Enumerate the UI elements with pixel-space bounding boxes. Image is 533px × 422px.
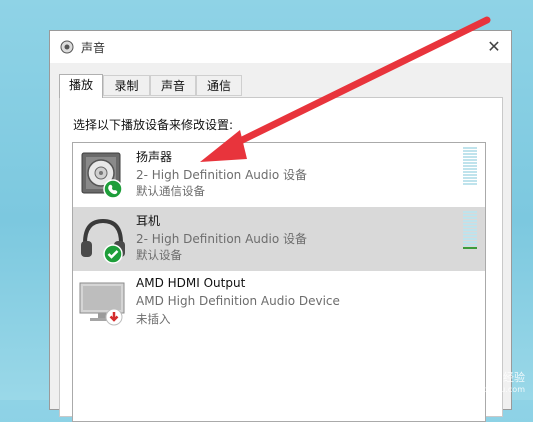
device-description: 2- High Definition Audio 设备 bbox=[136, 232, 308, 246]
tab-playback[interactable]: 播放 bbox=[59, 74, 103, 98]
tab-communications[interactable]: 通信 bbox=[196, 75, 242, 96]
baidu-watermark: Baidu 经验 jingyan.baidu.com bbox=[451, 369, 525, 394]
device-status: 默认通信设备 bbox=[136, 184, 205, 198]
headphones-icon bbox=[81, 218, 125, 264]
phone-badge-icon bbox=[103, 179, 123, 199]
speaker-app-icon bbox=[60, 40, 74, 54]
watermark-logo-text: Baidu 经验 bbox=[468, 371, 525, 384]
tab-recording[interactable]: 录制 bbox=[103, 75, 150, 96]
close-button[interactable]: ✕ bbox=[477, 31, 511, 63]
watermark-url: jingyan.baidu.com bbox=[451, 385, 525, 394]
unplugged-badge-icon bbox=[105, 308, 123, 326]
device-item-hdmi-output[interactable]: AMD HDMI Output AMD High Definition Audi… bbox=[73, 271, 485, 335]
device-status: 未插入 bbox=[136, 312, 171, 326]
device-name: AMD HDMI Output bbox=[136, 276, 246, 290]
volume-meter bbox=[463, 211, 477, 251]
device-name: 耳机 bbox=[136, 214, 161, 228]
device-item-headphones[interactable]: 耳机 2- High Definition Audio 设备 默认设备 bbox=[73, 207, 485, 271]
volume-meter bbox=[463, 147, 477, 187]
device-list[interactable]: 扬声器 2- High Definition Audio 设备 默认通信设备 耳… bbox=[72, 142, 486, 422]
device-description: 2- High Definition Audio 设备 bbox=[136, 168, 308, 182]
speaker-icon bbox=[81, 152, 123, 199]
playback-panel: 选择以下播放设备来修改设置: 扬声器 2- High Definition Au… bbox=[59, 97, 503, 422]
device-item-speaker[interactable]: 扬声器 2- High Definition Audio 设备 默认通信设备 bbox=[73, 143, 485, 207]
title-bar: 声音 ✕ bbox=[50, 31, 511, 63]
device-status: 默认设备 bbox=[136, 248, 182, 262]
device-description: AMD High Definition Audio Device bbox=[136, 294, 340, 308]
tab-sounds[interactable]: 声音 bbox=[150, 75, 196, 96]
device-name: 扬声器 bbox=[136, 150, 173, 164]
monitor-icon bbox=[79, 282, 125, 326]
instruction-text: 选择以下播放设备来修改设置: bbox=[73, 118, 234, 132]
window-title: 声音 bbox=[81, 41, 106, 55]
check-badge-icon bbox=[103, 244, 123, 264]
sound-dialog: 声音 ✕ 播放 录制 声音 通信 选择以下播放设备来修改设置: 扬声器 2- H… bbox=[49, 30, 512, 422]
